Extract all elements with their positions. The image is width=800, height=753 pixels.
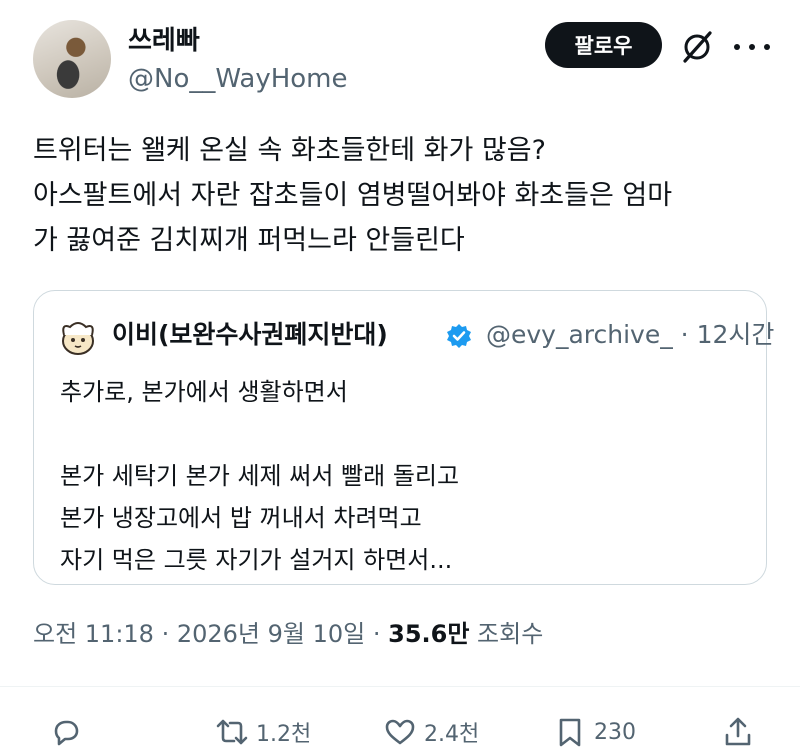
views-label: 조회수: [469, 620, 544, 648]
quoted-line: 본가 세탁기 본가 세제 써서 빨래 돌리고: [60, 462, 460, 490]
quoted-line: 추가로, 본가에서 생활하면서: [60, 378, 348, 406]
follow-button[interactable]: 팔로우: [545, 22, 662, 68]
tweet-line: 가 끓여준 김치찌개 퍼먹느라 안들린다: [33, 225, 465, 256]
share-icon: [725, 717, 751, 746]
tweet-meta: 오전 11:18 · 2026년 9월 10일 · 35.6만 조회수: [33, 618, 543, 650]
timestamp[interactable]: 오전 11:18 · 2026년 9월 10일 ·: [33, 620, 388, 648]
reply-icon: [54, 720, 79, 746]
divider: [0, 686, 800, 687]
quoted-line: [60, 413, 459, 455]
more-icon[interactable]: [734, 30, 770, 64]
quoted-avatar[interactable]: [58, 317, 98, 357]
tweet-line: 트위터는 왤케 온실 속 화초들한테 화가 많음?: [33, 135, 546, 166]
quoted-tweet-card[interactable]: 이비(보완수사권폐지반대) @evy_archive_ · 12시간 추가로, …: [33, 290, 774, 585]
author-avatar[interactable]: [33, 20, 111, 98]
quoted-line: 본가 냉장고에서 밥 꺼내서 차려먹고: [60, 504, 422, 532]
author-handle[interactable]: @No__WayHome: [128, 64, 348, 94]
verified-badge-icon: [447, 324, 471, 348]
like-count: 2.4천: [424, 722, 480, 747]
quoted-display-name[interactable]: 이비(보완수사권폐지반대): [112, 319, 388, 351]
tweet-text: 트위터는 왤케 온실 속 화초들한테 화가 많음? 아스팔트에서 자란 잡초들이…: [33, 128, 773, 263]
grok-icon[interactable]: [680, 30, 714, 64]
tweet-line: 아스팔트에서 자란 잡초들이 염병떨어봐야 화초들은 엄마: [33, 180, 673, 211]
bookmark-count: 230: [594, 719, 636, 745]
retweet-count: 1.2천: [256, 722, 312, 747]
bookmark-icon: [559, 718, 581, 747]
views-count: 35.6만: [388, 620, 470, 648]
like-button[interactable]: 2.4천: [384, 712, 479, 752]
author-display-name[interactable]: 쓰레빠: [128, 26, 200, 56]
retweet-button[interactable]: 1.2천: [216, 712, 311, 752]
retweet-icon: [216, 719, 248, 745]
share-button[interactable]: [722, 712, 754, 752]
quoted-line: 자기 먹은 그릇 자기가 설거지 하면서...: [60, 546, 453, 574]
like-icon: [385, 719, 415, 745]
bookmark-button[interactable]: 230: [554, 712, 636, 752]
reply-button[interactable]: [50, 712, 90, 752]
quoted-handle-time[interactable]: @evy_archive_ · 12시간: [486, 319, 774, 351]
quoted-text: 추가로, 본가에서 생활하면서 본가 세탁기 본가 세제 써서 빨래 돌리고 본…: [60, 371, 459, 581]
